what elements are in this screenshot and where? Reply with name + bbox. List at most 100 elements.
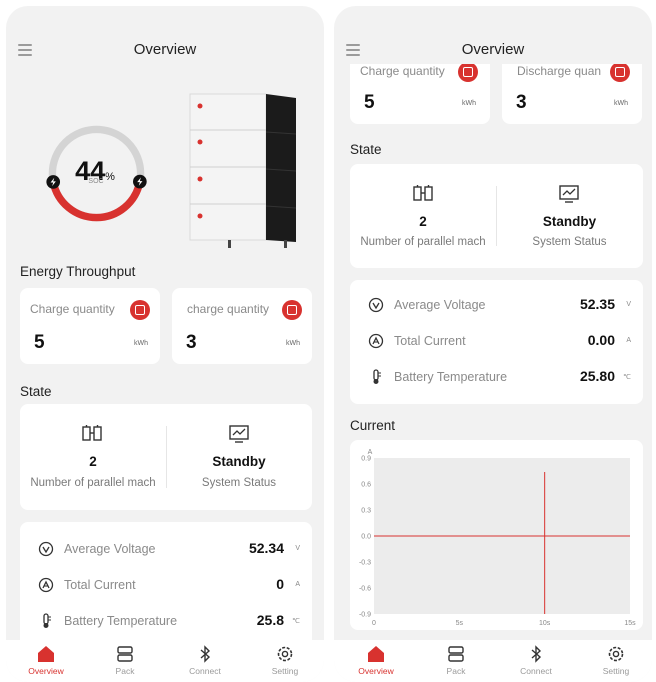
metric-row: Average Voltage 52.34 V [20,534,312,564]
current-icon [38,577,54,593]
parallel-machines-icon [82,425,102,441]
pack-icon [448,646,464,662]
metric-row: Total Current 0 A [20,570,312,600]
metric-row: Total Current 0.00 A [350,326,643,356]
state-title: State [20,384,52,399]
metric-label: Total Current [64,578,136,592]
gear-icon [608,646,624,662]
scrolled-energy-cards: Charge quantity 5 kWh Discharge quan 3 k… [334,64,652,124]
metric-label: Battery Temperature [64,614,178,628]
charge-icon [458,64,478,82]
soc-label: SOC [88,178,104,185]
nav-pack[interactable]: Pack [95,644,155,676]
charge-quantity-card: Charge quantity 5 kWh [20,288,160,364]
discharge-quantity-label: Discharge quan [517,64,602,78]
metric-label: Average Voltage [394,298,486,312]
home-icon [38,646,54,662]
y-tick-label: -0.9 [359,612,371,619]
state-card: 2 Number of parallel mach Standby System… [20,404,312,510]
nav-setting[interactable]: Setting [586,644,646,676]
voltage-icon [368,297,384,313]
bluetooth-icon [531,645,542,663]
x-tick-label: 0 [372,620,376,627]
header: Overview [6,6,324,94]
metric-label: Battery Temperature [394,370,508,384]
current-title: Current [350,418,396,433]
thermometer-icon [43,613,51,628]
y-tick-label: 0.6 [361,482,371,489]
metric-label: Total Current [394,334,466,348]
nav-overview[interactable]: Overview [16,644,76,676]
metric-unit: ℃ [292,618,300,625]
nav-setting[interactable]: Setting [255,644,315,676]
charge-quantity-unit: kWh [134,340,148,347]
charge-quantity-value: 5 [34,332,45,353]
energy-throughput-title: Energy Throughput [20,264,136,279]
state-card: 2 Number of parallel mach Standby System… [350,164,643,268]
discharge-quantity-card: Discharge quan 3 kWh [502,64,642,124]
discharge-quantity-card: charge quantity 3 kWh [172,288,312,364]
y-tick-label: 0.0 [361,534,371,541]
discharge-quantity-unit: kWh [614,100,628,107]
discharge-quantity-value: 3 [186,332,197,353]
state-title: State [350,142,382,157]
charge-quantity-value: 5 [364,92,375,113]
discharge-icon [282,300,302,320]
metric-unit: ℃ [623,374,631,381]
x-tick-label: 5s [456,620,464,627]
y-tick-label: -0.3 [359,560,371,567]
y-tick-label: -0.6 [359,586,371,593]
metric-unit: V [295,545,300,552]
parallel-label: Number of parallel mach [30,477,156,489]
nav-connect[interactable]: Connect [506,644,566,676]
overview-screen-1: Overview 44% SOC Energy Throughput Charg… [6,6,324,682]
system-status-label: System Status [532,236,607,248]
metric-row: Average Voltage 52.35 V [350,290,643,320]
thermometer-icon [373,369,381,384]
nav-connect[interactable]: Connect [175,644,235,676]
metric-row: Battery Temperature 25.8 ℃ [20,606,312,636]
parallel-count: 2 [419,214,427,229]
overview-screen-2: Overview Charge quantity 5 kWh Discharge… [334,6,652,682]
system-status-value: Standby [212,454,266,469]
bottom-nav: Overview Pack Connect Setting [334,640,652,682]
system-status-icon [559,185,579,203]
discharge-quantity-label: charge quantity [187,302,270,316]
parallel-count: 2 [89,454,97,469]
y-tick-label: 0.3 [361,508,371,515]
page-title: Overview [461,41,525,58]
discharge-quantity-value: 3 [516,92,527,113]
bluetooth-icon [200,645,211,663]
voltage-icon [38,541,54,557]
x-tick-label: 10s [539,620,551,627]
metric-value: 52.34 [248,540,284,556]
metric-value: 52.35 [579,296,615,312]
metric-unit: V [626,301,631,308]
metric-unit: A [295,581,300,588]
metric-label: Average Voltage [64,542,156,556]
metric-value: 0 [276,576,284,592]
metric-value: 25.80 [579,368,615,384]
parallel-label: Number of parallel mach [360,236,486,248]
system-status-value: Standby [542,214,597,229]
charge-quantity-label: Charge quantity [360,64,445,78]
current-chart-card: A 0.9 0.6 0.3 0.0 -0.3 -0.6 -0.9 0 5s 10s 15s [350,440,643,630]
y-tick-label: 0.9 [361,456,371,463]
metric-value: 0.00 [587,332,615,348]
header: Overview [334,6,652,70]
home-icon [368,646,384,662]
battery-image [189,93,297,248]
nav-overview[interactable]: Overview [346,644,406,676]
charge-icon [130,300,150,320]
metric-row: Battery Temperature 25.80 ℃ [350,362,643,392]
charge-quantity-unit: kWh [462,100,476,107]
metrics-card: Average Voltage 52.35 V Total Current 0.… [350,280,643,404]
charge-quantity-label: Charge quantity [30,302,115,316]
bottom-nav: Overview Pack Connect Setting [6,640,324,682]
discharge-quantity-unit: kWh [286,340,300,347]
nav-pack[interactable]: Pack [426,644,486,676]
gear-icon [277,646,293,662]
x-tick-label: 15s [624,620,636,627]
charge-quantity-card: Charge quantity 5 kWh [350,64,490,124]
system-status-label: System Status [201,477,277,489]
